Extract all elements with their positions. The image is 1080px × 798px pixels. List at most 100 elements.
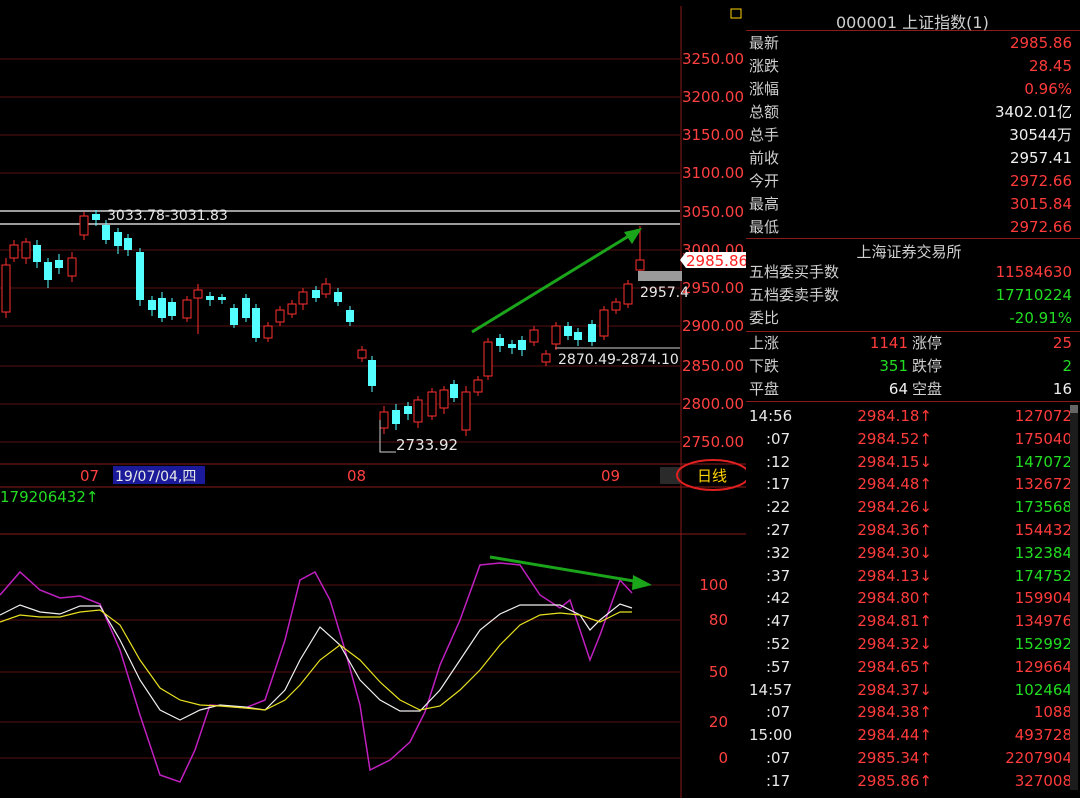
price-axis-label: 3050.00 bbox=[682, 203, 744, 221]
quote-row: 五档委买手数 11584630 bbox=[746, 261, 1072, 284]
prev-close-bar bbox=[638, 271, 682, 281]
quote-row-value: 2972.66 bbox=[1009, 218, 1072, 236]
quote-row: 最高 3015.84 bbox=[746, 193, 1072, 216]
quote-row: 委比 -20.91% bbox=[746, 307, 1072, 330]
kline-chart[interactable]: 3033.78-3031.83 2870.49-2874.10 2733.92 … bbox=[0, 0, 746, 798]
quote-row-label: 委比 bbox=[749, 309, 780, 327]
exchange-name: 上海证券交易所 bbox=[856, 243, 962, 261]
tick-row: :17 2985.86↑ 327008 bbox=[746, 770, 1072, 792]
quote-row: 今开 2972.66 bbox=[746, 170, 1072, 193]
breadth-value: 64 bbox=[888, 380, 908, 398]
tick-volume: 327008 bbox=[1014, 771, 1072, 790]
candle bbox=[413, 396, 423, 428]
breadth-row: 上涨 1141 涨停 25 bbox=[746, 332, 1072, 355]
tick-row: 15:00 2984.44↑ 493728 bbox=[746, 724, 1072, 746]
breadth-value: 1141 bbox=[869, 334, 908, 352]
tick-time: :07 bbox=[766, 703, 791, 722]
price-axis-label: 2950.00 bbox=[682, 279, 744, 297]
quote-row-value: 2957.41 bbox=[1009, 149, 1072, 167]
candle bbox=[588, 320, 596, 346]
candle bbox=[564, 322, 572, 340]
candle bbox=[496, 334, 504, 352]
quote-row: 最低 2972.66 bbox=[746, 216, 1072, 239]
candle bbox=[346, 306, 354, 326]
quote-row-label: 五档委卖手数 bbox=[749, 286, 840, 304]
candle bbox=[611, 298, 621, 314]
tick-time: 14:56 bbox=[749, 407, 793, 425]
quote-row-label: 前收 bbox=[749, 149, 780, 167]
tick-price: 2984.65↑ bbox=[857, 657, 932, 676]
tick-price: 2984.15↓ bbox=[857, 452, 932, 471]
indicator-axis-label: 80 bbox=[709, 611, 728, 629]
quote-row-value: 17710224 bbox=[995, 286, 1072, 304]
candlesticks bbox=[1, 210, 645, 436]
candle bbox=[275, 306, 285, 326]
candle bbox=[404, 402, 412, 420]
candle bbox=[242, 294, 250, 322]
kdj-d-line bbox=[0, 609, 632, 711]
price-axis-label: 3100.00 bbox=[682, 164, 744, 182]
tick-price: 2985.34↑ bbox=[857, 749, 932, 767]
indicator-axis-label: 100 bbox=[699, 576, 728, 594]
tick-time: :52 bbox=[766, 635, 791, 653]
date-label-09: 09 bbox=[601, 467, 620, 485]
candle bbox=[518, 336, 526, 356]
quote-row-value: 2985.86 bbox=[1009, 34, 1072, 52]
tick-volume: 154432 bbox=[1014, 521, 1072, 539]
tick-price: 2984.18↑ bbox=[857, 407, 932, 425]
breadth-label: 空盘 bbox=[912, 380, 943, 398]
tick-time: 15:00 bbox=[749, 726, 793, 745]
quote-row: 总额 3402.01亿 bbox=[746, 101, 1072, 124]
tick-volume: 132384 bbox=[1014, 543, 1072, 562]
breadth-label: 下跌 bbox=[749, 357, 780, 375]
candle bbox=[21, 238, 31, 264]
quote-row-value: -20.91% bbox=[1009, 309, 1072, 327]
candle bbox=[427, 388, 437, 420]
annotation-low: 2733.92 bbox=[396, 436, 458, 454]
tick-row: :17 2984.48↑ 132672 bbox=[746, 473, 1072, 495]
tick-volume: 175040 bbox=[1014, 429, 1072, 448]
candle bbox=[33, 240, 41, 268]
quote-row-value: 3402.01亿 bbox=[994, 103, 1072, 121]
tick-volume: 159904 bbox=[1014, 589, 1072, 608]
breadth-row: 平盘 64 空盘 16 bbox=[746, 378, 1072, 401]
price-axis: 3250.003200.003150.003100.003050.003000.… bbox=[682, 50, 744, 451]
candle bbox=[379, 406, 389, 434]
quote-row-value: 30544万 bbox=[1009, 126, 1072, 144]
breadth-value: 351 bbox=[879, 357, 908, 375]
candle bbox=[182, 296, 192, 322]
candle bbox=[124, 234, 132, 256]
candle bbox=[599, 306, 609, 340]
quote-row-label: 总手 bbox=[749, 126, 780, 144]
tick-time: :37 bbox=[766, 566, 791, 585]
price-axis-label: 3200.00 bbox=[682, 88, 744, 106]
candle bbox=[623, 280, 633, 308]
quote-row: 涨跌 28.45 bbox=[746, 55, 1072, 78]
cursor-date: 19/07/04,四 bbox=[115, 469, 196, 485]
quote-row: 涨幅 0.96% bbox=[746, 78, 1072, 101]
tick-row: 14:57 2984.37↓ 102464 bbox=[746, 679, 1072, 701]
candle bbox=[287, 300, 297, 318]
breadth-value: 25 bbox=[1052, 334, 1072, 352]
candle bbox=[461, 386, 471, 436]
tick-price: 2984.30↓ bbox=[857, 543, 932, 562]
price-axis-label: 2750.00 bbox=[682, 433, 744, 451]
tick-volume: 152992 bbox=[1014, 635, 1072, 653]
tick-scrollbar[interactable] bbox=[1070, 405, 1078, 790]
quote-title: 000001 上证指数(1) bbox=[836, 13, 989, 32]
candle bbox=[551, 322, 561, 350]
tick-row: :57 2984.65↑ 129664 bbox=[746, 656, 1072, 678]
breadth-value: 2 bbox=[1062, 357, 1072, 375]
quote-row-label: 总额 bbox=[749, 103, 780, 121]
tick-row: :42 2984.80↑ 159904 bbox=[746, 587, 1072, 609]
tick-row: :37 2984.13↓ 174752 bbox=[746, 565, 1072, 587]
breadth-label: 跌停 bbox=[912, 357, 943, 375]
candle bbox=[263, 322, 273, 342]
up-trend-arrow bbox=[471, 228, 642, 334]
price-axis-label: 2800.00 bbox=[682, 395, 744, 413]
tick-price: 2984.32↓ bbox=[857, 635, 932, 653]
tick-volume: 134976 bbox=[1014, 612, 1072, 631]
price-gridlines bbox=[0, 58, 680, 443]
candle bbox=[529, 326, 539, 346]
date-label-07: 07 bbox=[80, 467, 99, 485]
